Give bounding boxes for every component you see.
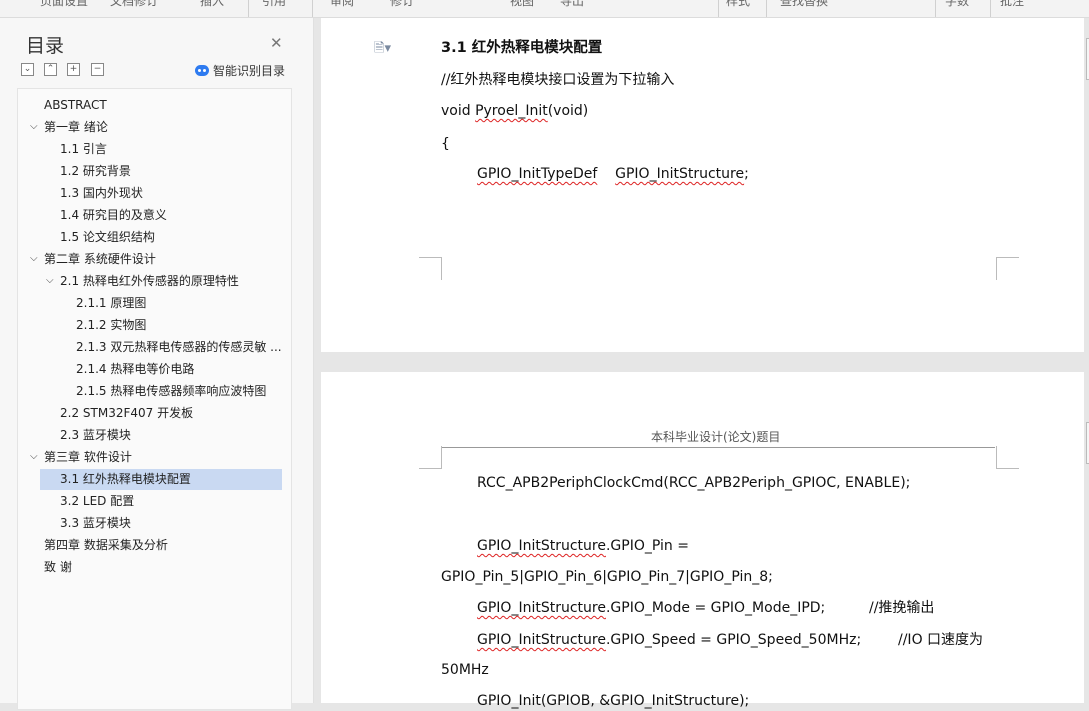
margin-corner	[419, 446, 442, 469]
toc-item[interactable]: 3.3 蓝牙模块	[60, 513, 131, 534]
code-line: GPIO_Pin_5|GPIO_Pin_6|GPIO_Pin_7|GPIO_Pi…	[441, 569, 773, 585]
margin-corner	[996, 446, 1019, 469]
document-page[interactable]	[321, 18, 1084, 352]
add-heading-icon[interactable]: +	[67, 63, 80, 76]
toc-item[interactable]: 2.1.3 双元热释电传感器的传感灵敏 ...	[76, 337, 282, 358]
page-header-text: 本科毕业设计(论文)题目	[651, 430, 781, 444]
toolbar-item[interactable]: 样式	[726, 0, 750, 9]
toc-item-acknowledgement[interactable]: 致 谢	[44, 557, 72, 578]
toolbar-item[interactable]: 文档修订	[110, 0, 158, 9]
toolbar-item[interactable]: 视图	[510, 0, 534, 9]
toc-item-selected[interactable]: 3.1 红外热释电模块配置	[40, 469, 282, 490]
toc-item-abstract[interactable]: ABSTRACT	[44, 95, 107, 116]
toc-item[interactable]: 2.2 STM32F407 开发板	[60, 403, 193, 424]
toc-item[interactable]: 2.1.5 热释电传感器频率响应波特图	[76, 381, 266, 402]
toc-item[interactable]: 2.3 蓝牙模块	[60, 425, 131, 446]
chevron-down-icon[interactable]: ⌵	[30, 253, 38, 264]
toc-item[interactable]: 1.5 论文组织结构	[60, 227, 155, 248]
sidebar-title: 目录	[26, 35, 65, 57]
top-toolbar: 页面设置 文档修订 插入 引用 审阅 修订 视图 导出 样式 查找替换 字数 批…	[0, 0, 1089, 18]
toolbar-item[interactable]: 修订	[390, 0, 414, 9]
margin-corner	[419, 257, 442, 280]
code-line: GPIO_InitTypeDef GPIO_InitStructure;	[477, 166, 749, 182]
chevron-down-icon[interactable]: ⌵	[30, 451, 38, 462]
chevron-down-icon[interactable]: ⌵	[46, 275, 54, 286]
code-line: RCC_APB2PeriphClockCmd(RCC_APB2Periph_GP…	[477, 475, 911, 491]
toc-item[interactable]: 2.1.4 热释电等价电路	[76, 359, 194, 380]
code-comment: //红外热释电模块接口设置为下拉输入	[441, 72, 675, 88]
toc-item[interactable]: 2.1 热释电红外传感器的原理特性	[60, 271, 239, 292]
remove-heading-icon[interactable]: −	[91, 63, 104, 76]
toolbar-item[interactable]: 导出	[560, 0, 584, 9]
header-rule	[441, 447, 995, 448]
robot-icon	[195, 65, 209, 76]
scrollbar[interactable]	[1084, 18, 1089, 703]
section-heading: 3.1 红外热释电模块配置	[441, 40, 603, 56]
toolbar-item[interactable]: 字数	[945, 0, 969, 9]
toc-item[interactable]: 1.4 研究目的及意义	[60, 205, 167, 226]
smart-toc-button[interactable]: 智能识别目录	[195, 62, 285, 79]
code-line: GPIO_InitStructure.GPIO_Pin =	[477, 538, 689, 554]
code-comment: //IO 口速度为	[898, 632, 984, 648]
code-comment: //推挽输出	[869, 600, 935, 616]
toc-item-chapter1[interactable]: 第一章 绪论	[44, 117, 108, 138]
expand-all-icon[interactable]: ⌄	[21, 63, 34, 76]
smart-toc-label: 智能识别目录	[213, 64, 286, 78]
margin-corner	[996, 257, 1019, 280]
toc-item[interactable]: 1.3 国内外现状	[60, 183, 143, 204]
toc-item-chapter2[interactable]: 第二章 系统硬件设计	[44, 249, 156, 270]
toolbar-item[interactable]: 引用	[262, 0, 286, 9]
document-page[interactable]	[321, 372, 1084, 703]
toolbar-item[interactable]: 查找替换	[780, 0, 828, 9]
toc-item[interactable]: 2.1.1 原理图	[76, 293, 146, 314]
toc-item-chapter4[interactable]: 第四章 数据采集及分析	[44, 535, 168, 556]
code-line: GPIO_Init(GPIOB, &GPIO_InitStructure);	[477, 693, 750, 709]
toolbar-item[interactable]: 审阅	[330, 0, 354, 9]
collapse-all-icon[interactable]: ⌃	[44, 63, 57, 76]
chevron-down-icon[interactable]: ⌵	[30, 121, 38, 132]
toc-item-chapter3[interactable]: 第三章 软件设计	[44, 447, 132, 468]
code-line: void Pyroel_Init(void)	[441, 103, 589, 119]
toolbar-item[interactable]: 页面设置	[40, 0, 88, 9]
code-line: GPIO_InitStructure.GPIO_Mode = GPIO_Mode…	[477, 600, 826, 616]
paragraph-menu-icon[interactable]: 🗎▾	[374, 39, 391, 61]
toolbar-item[interactable]: 插入	[200, 0, 224, 9]
toolbar-item[interactable]: 批注	[1000, 0, 1024, 9]
toc-item[interactable]: 3.2 LED 配置	[60, 491, 134, 512]
code-line: {	[441, 136, 450, 152]
code-line: GPIO_InitStructure.GPIO_Speed = GPIO_Spe…	[477, 632, 862, 648]
toc-item[interactable]: 1.2 研究背景	[60, 161, 131, 182]
toc-item[interactable]: 1.1 引言	[60, 139, 107, 160]
code-line: 50MHz	[441, 662, 489, 678]
toc-item[interactable]: 2.1.2 实物图	[76, 315, 146, 336]
close-icon[interactable]: ✕	[270, 34, 283, 52]
